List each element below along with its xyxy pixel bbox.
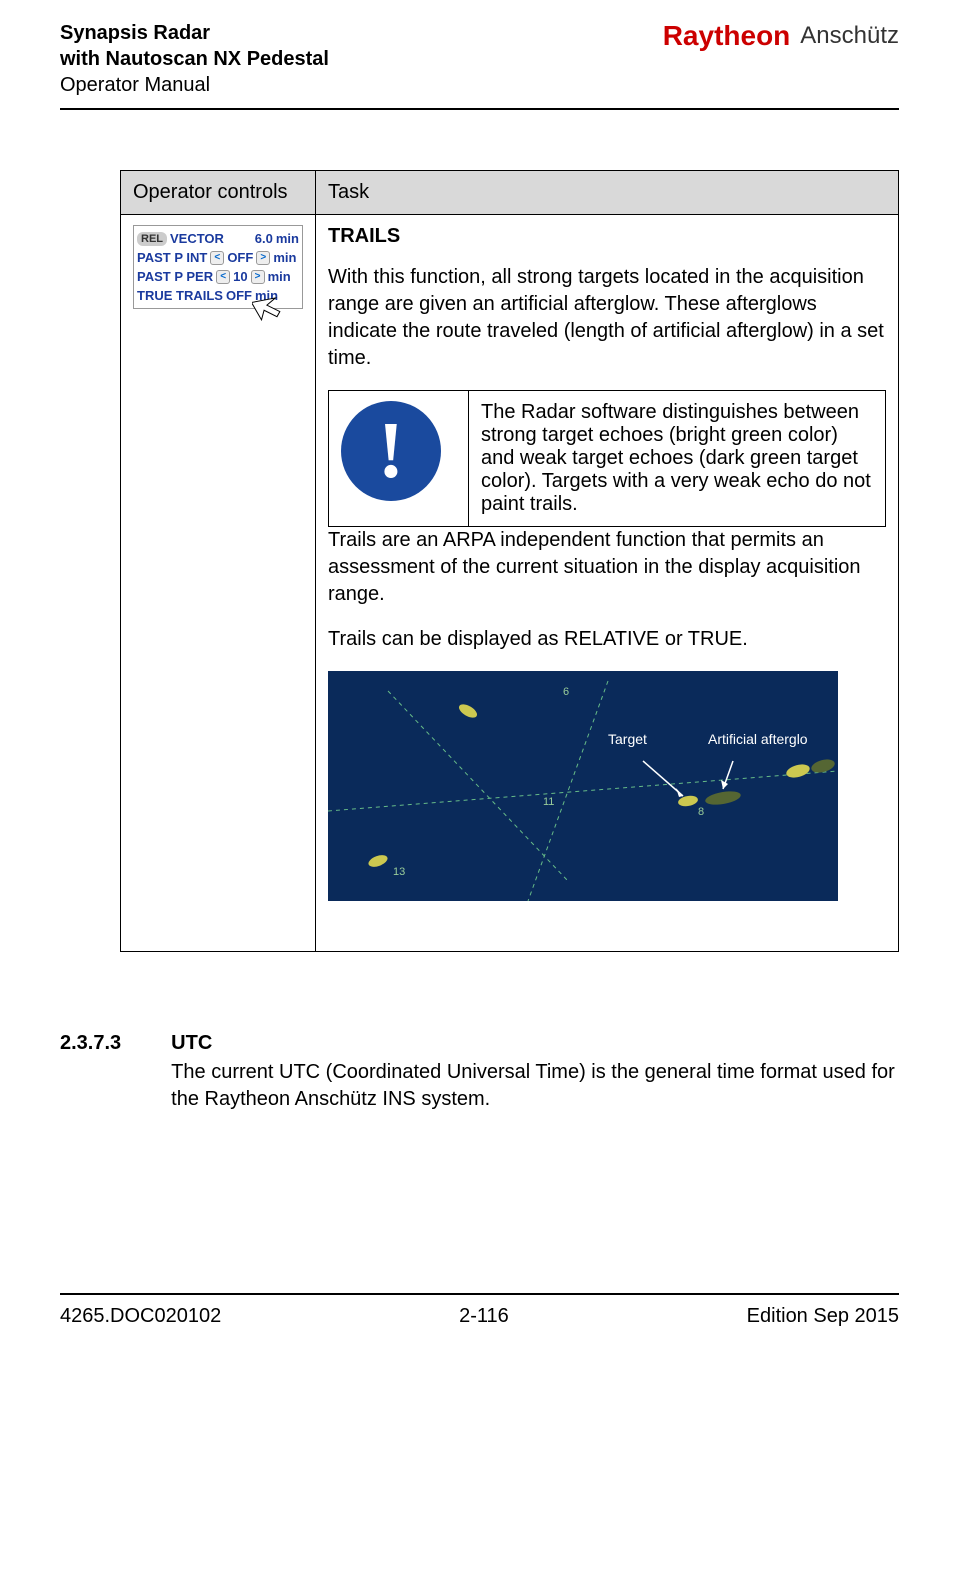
vector-value: 6.0 bbox=[255, 231, 273, 246]
radar-display-image: Target Artificial afterglo 6 8 11 13 bbox=[328, 671, 838, 901]
trails-para1: With this function, all strong targets l… bbox=[328, 264, 886, 372]
radar-num-13: 13 bbox=[393, 866, 405, 879]
section-number: 2.3.7.3 bbox=[60, 1032, 121, 1113]
trails-para3: Trails can be displayed as RELATIVE or T… bbox=[328, 626, 886, 653]
left-arrow-icon: < bbox=[216, 270, 230, 284]
pastpint-label: PAST P INT bbox=[137, 250, 207, 265]
radar-num-8: 8 bbox=[698, 806, 704, 819]
truetrails-value: OFF bbox=[226, 288, 252, 303]
trails-heading: TRAILS bbox=[328, 225, 886, 248]
header-line3: Operator Manual bbox=[60, 72, 329, 98]
section-title: UTC bbox=[171, 1032, 899, 1055]
pastpint-unit: min bbox=[273, 250, 296, 265]
right-arrow-icon: > bbox=[251, 270, 265, 284]
th-operator-controls: Operator controls bbox=[121, 171, 316, 215]
control-row-pastpper: PAST P PER < 10 > min bbox=[137, 267, 299, 286]
page-header: Synapsis Radar with Nautoscan NX Pedesta… bbox=[60, 20, 899, 98]
vector-unit: min bbox=[276, 231, 299, 246]
header-title-block: Synapsis Radar with Nautoscan NX Pedesta… bbox=[60, 20, 329, 98]
trails-para2: Trails are an ARPA independent function … bbox=[328, 527, 886, 608]
brand-raytheon: Raytheon bbox=[663, 20, 791, 52]
control-panel-image: REL VECTOR 6.0 min PAST P INT < OFF > mi… bbox=[133, 225, 303, 309]
note-text: The Radar software distinguishes between… bbox=[469, 391, 886, 527]
rel-badge: REL bbox=[137, 232, 167, 246]
td-task-content: TRAILS With this function, all strong ta… bbox=[316, 215, 899, 952]
section-utc: 2.3.7.3 UTC The current UTC (Coordinated… bbox=[120, 1032, 899, 1113]
header-divider bbox=[60, 108, 899, 110]
control-row-pastpint: PAST P INT < OFF > min bbox=[137, 248, 299, 267]
radar-label-target: Target bbox=[608, 731, 647, 748]
left-arrow-icon: < bbox=[210, 251, 224, 265]
header-brand: Raytheon Anschütz bbox=[663, 20, 899, 52]
footer-docnum: 4265.DOC020102 bbox=[60, 1305, 221, 1328]
td-operator-control-image: REL VECTOR 6.0 min PAST P INT < OFF > mi… bbox=[121, 215, 316, 952]
right-arrow-icon: > bbox=[256, 251, 270, 265]
operator-controls-table: Operator controls Task REL VECTOR 6.0 mi… bbox=[120, 170, 899, 952]
section-body: The current UTC (Coordinated Universal T… bbox=[171, 1059, 899, 1113]
footer-divider bbox=[60, 1293, 899, 1295]
control-row-vector: REL VECTOR 6.0 min bbox=[137, 229, 299, 248]
pastpper-value: 10 bbox=[233, 269, 247, 284]
footer-pagenum: 2-116 bbox=[459, 1305, 509, 1328]
pastpper-unit: min bbox=[268, 269, 291, 284]
main-content: Operator controls Task REL VECTOR 6.0 mi… bbox=[120, 170, 899, 1113]
note-icon-cell: ! bbox=[329, 391, 469, 527]
pastpper-label: PAST P PER bbox=[137, 269, 213, 284]
header-line2: with Nautoscan NX Pedestal bbox=[60, 46, 329, 72]
brand-anschutz: Anschütz bbox=[800, 22, 899, 50]
radar-num-11: 11 bbox=[543, 796, 554, 809]
footer-edition: Edition Sep 2015 bbox=[747, 1305, 899, 1328]
attention-icon: ! bbox=[341, 401, 441, 501]
header-line1: Synapsis Radar bbox=[60, 20, 329, 46]
pastpint-value: OFF bbox=[227, 250, 253, 265]
th-task: Task bbox=[316, 171, 899, 215]
radar-label-afterglow: Artificial afterglo bbox=[708, 731, 808, 748]
radar-num-6: 6 bbox=[563, 686, 569, 699]
truetrails-label: TRUE TRAILS bbox=[137, 288, 223, 303]
vector-label: VECTOR bbox=[170, 231, 224, 246]
section-content: UTC The current UTC (Coordinated Univers… bbox=[171, 1032, 899, 1113]
cursor-icon bbox=[252, 288, 292, 328]
note-box: ! The Radar software distinguishes betwe… bbox=[328, 390, 886, 527]
page-footer: 4265.DOC020102 2-116 Edition Sep 2015 bbox=[60, 1305, 899, 1328]
